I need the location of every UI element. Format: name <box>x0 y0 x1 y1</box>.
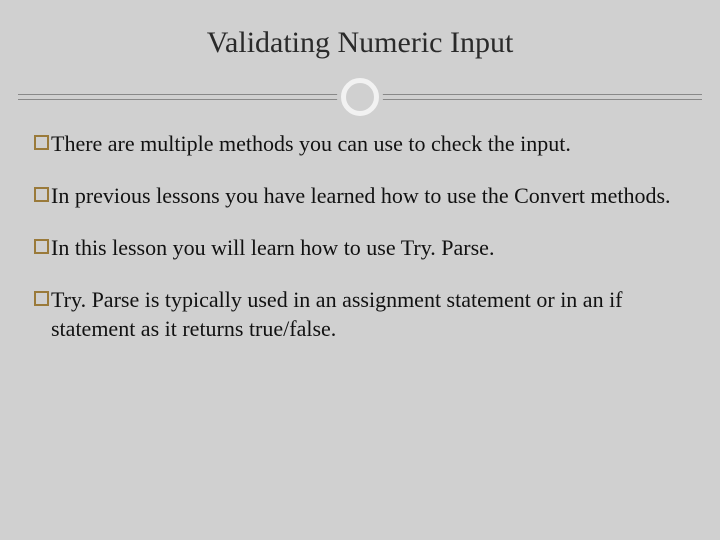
bullet-square-icon <box>34 291 49 306</box>
bullet-text: Try. Parse is typically used in an assig… <box>51 286 690 342</box>
slide-content: There are multiple methods you can use t… <box>4 130 716 343</box>
bullet-item: In this lesson you will learn how to use… <box>34 234 690 262</box>
bullet-square-icon <box>34 135 49 150</box>
circle-icon <box>341 78 379 116</box>
bullet-text: There are multiple methods you can use t… <box>51 130 690 158</box>
title-divider <box>4 78 716 118</box>
bullet-square-icon <box>34 239 49 254</box>
bullet-item: There are multiple methods you can use t… <box>34 130 690 158</box>
bullet-square-icon <box>34 187 49 202</box>
bullet-text: In this lesson you will learn how to use… <box>51 234 690 262</box>
slide-title: Validating Numeric Input <box>4 4 716 78</box>
bullet-text: In previous lessons you have learned how… <box>51 182 690 210</box>
slide: Validating Numeric Input There are multi… <box>4 4 716 536</box>
bullet-item: In previous lessons you have learned how… <box>34 182 690 210</box>
bullet-item: Try. Parse is typically used in an assig… <box>34 286 690 342</box>
